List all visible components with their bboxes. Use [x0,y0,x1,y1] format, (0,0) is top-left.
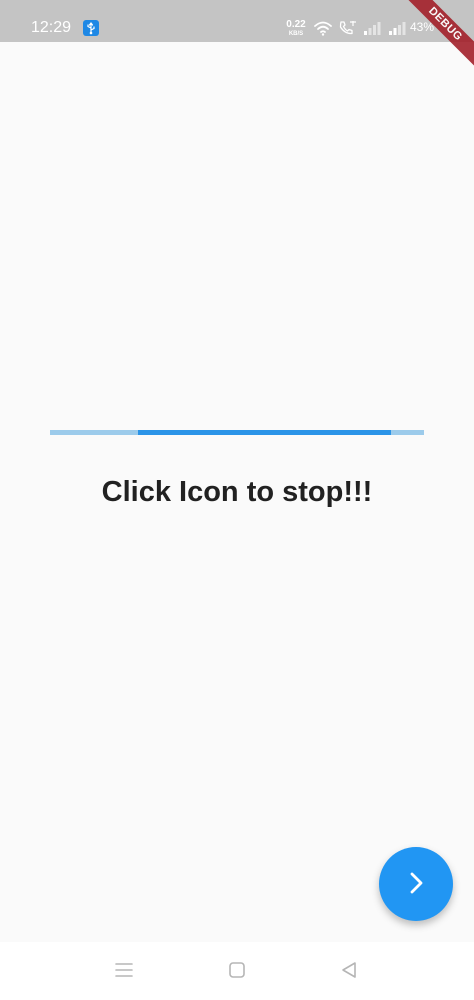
chevron-right-icon [403,870,429,899]
nav-menu-button[interactable] [111,958,137,984]
call-icon [338,20,358,41]
nav-back-button[interactable] [336,958,362,984]
status-message: Click Icon to stop!!! [101,476,373,508]
signal-icon [388,21,406,40]
nav-home-button[interactable] [224,958,250,984]
progress-track [50,430,424,435]
network-speed-unit: KB/S [288,31,304,37]
network-speed: 0.22 KB/S [284,19,308,38]
app-screen: 12:29 0.22 KB/S 43% DEBUG Click Icon to … [0,0,474,1000]
signal-icon [363,21,381,40]
wifi-icon [313,20,333,41]
navigation-bar [0,942,474,1000]
menu-icon [114,961,134,982]
next-fab-button[interactable] [379,847,453,921]
network-speed-value: 0.22 [286,19,306,30]
home-icon [227,960,247,983]
progress-fill [137,430,392,435]
status-bar: 12:29 0.22 KB/S 43% [0,0,474,42]
usb-icon [83,20,99,36]
back-icon [339,960,359,983]
status-time: 12:29 [31,19,72,36]
